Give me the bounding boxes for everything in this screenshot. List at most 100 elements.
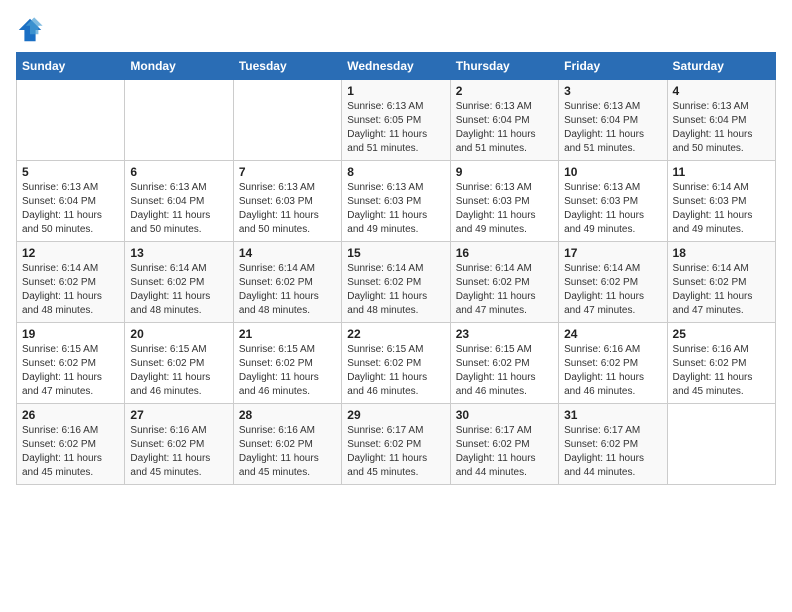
day-info: Sunrise: 6:14 AM Sunset: 6:02 PM Dayligh…	[239, 262, 336, 318]
calendar-day-cell: 21 Sunrise: 6:15 AM Sunset: 6:02 PM Dayli…	[233, 323, 341, 404]
day-info: Sunrise: 6:13 AM Sunset: 6:03 PM Dayligh…	[456, 181, 553, 237]
weekday-header: Monday	[125, 53, 233, 80]
day-number: 11	[673, 165, 770, 179]
calendar-week-row: 12 Sunrise: 6:14 AM Sunset: 6:02 PM Dayli…	[17, 242, 776, 323]
day-number: 10	[564, 165, 661, 179]
day-number: 25	[673, 327, 770, 341]
day-info: Sunrise: 6:13 AM Sunset: 6:04 PM Dayligh…	[564, 100, 661, 156]
day-number: 30	[456, 408, 553, 422]
calendar-day-cell: 1 Sunrise: 6:13 AM Sunset: 6:05 PM Daylig…	[342, 80, 450, 161]
day-info: Sunrise: 6:13 AM Sunset: 6:03 PM Dayligh…	[564, 181, 661, 237]
calendar-day-cell: 6Sunrise: 6:13 AM Sunset: 6:04 PM Daylig…	[125, 161, 233, 242]
calendar-day-cell	[233, 80, 341, 161]
day-number: 16	[456, 246, 553, 260]
weekday-header: Friday	[559, 53, 667, 80]
page-header	[16, 16, 776, 44]
weekday-header: Tuesday	[233, 53, 341, 80]
calendar-day-cell: 23 Sunrise: 6:15 AM Sunset: 6:02 PM Dayli…	[450, 323, 558, 404]
day-info: Sunrise: 6:15 AM Sunset: 6:02 PM Dayligh…	[130, 343, 227, 399]
calendar-day-cell: 2 Sunrise: 6:13 AM Sunset: 6:04 PM Daylig…	[450, 80, 558, 161]
day-info: Sunrise: 6:14 AM Sunset: 6:02 PM Dayligh…	[456, 262, 553, 318]
calendar-day-cell: 10 Sunrise: 6:13 AM Sunset: 6:03 PM Dayli…	[559, 161, 667, 242]
calendar-day-cell	[125, 80, 233, 161]
calendar-day-cell: 13Sunrise: 6:14 AM Sunset: 6:02 PM Dayli…	[125, 242, 233, 323]
calendar-day-cell: 29Sunrise: 6:17 AM Sunset: 6:02 PM Dayli…	[342, 404, 450, 485]
day-info: Sunrise: 6:13 AM Sunset: 6:04 PM Dayligh…	[22, 181, 119, 237]
day-info: Sunrise: 6:13 AM Sunset: 6:03 PM Dayligh…	[347, 181, 444, 237]
calendar-table: SundayMondayTuesdayWednesdayThursdayFrid…	[16, 52, 776, 485]
calendar-day-cell: 28Sunrise: 6:16 AM Sunset: 6:02 PM Dayli…	[233, 404, 341, 485]
day-info: Sunrise: 6:16 AM Sunset: 6:02 PM Dayligh…	[22, 424, 119, 480]
calendar-day-cell: 26Sunrise: 6:16 AM Sunset: 6:02 PM Dayli…	[17, 404, 125, 485]
day-number: 15	[347, 246, 444, 260]
day-info: Sunrise: 6:14 AM Sunset: 6:02 PM Dayligh…	[130, 262, 227, 318]
day-number: 24	[564, 327, 661, 341]
calendar-day-cell: 27 Sunrise: 6:16 AM Sunset: 6:02 PM Dayli…	[125, 404, 233, 485]
day-info: Sunrise: 6:13 AM Sunset: 6:05 PM Dayligh…	[347, 100, 444, 156]
calendar-day-cell: 17 Sunrise: 6:14 AM Sunset: 6:02 PM Dayli…	[559, 242, 667, 323]
day-number: 19	[22, 327, 119, 341]
calendar-week-row: 5 Sunrise: 6:13 AM Sunset: 6:04 PM Daylig…	[17, 161, 776, 242]
calendar-day-cell: 24Sunrise: 6:16 AM Sunset: 6:02 PM Dayli…	[559, 323, 667, 404]
calendar-day-cell: 19 Sunrise: 6:15 AM Sunset: 6:02 PM Dayli…	[17, 323, 125, 404]
day-info: Sunrise: 6:15 AM Sunset: 6:02 PM Dayligh…	[456, 343, 553, 399]
day-number: 21	[239, 327, 336, 341]
calendar-day-cell: 3Sunrise: 6:13 AM Sunset: 6:04 PM Daylig…	[559, 80, 667, 161]
calendar-day-cell: 15 Sunrise: 6:14 AM Sunset: 6:02 PM Dayli…	[342, 242, 450, 323]
day-info: Sunrise: 6:16 AM Sunset: 6:02 PM Dayligh…	[130, 424, 227, 480]
calendar-day-cell: 8 Sunrise: 6:13 AM Sunset: 6:03 PM Daylig…	[342, 161, 450, 242]
day-number: 1	[347, 84, 444, 98]
day-number: 29	[347, 408, 444, 422]
logo-icon	[16, 16, 44, 44]
day-info: Sunrise: 6:13 AM Sunset: 6:04 PM Dayligh…	[673, 100, 770, 156]
calendar-day-cell	[667, 404, 775, 485]
day-info: Sunrise: 6:14 AM Sunset: 6:02 PM Dayligh…	[564, 262, 661, 318]
day-number: 12	[22, 246, 119, 260]
day-number: 28	[239, 408, 336, 422]
day-number: 22	[347, 327, 444, 341]
weekday-header: Sunday	[17, 53, 125, 80]
calendar-day-cell: 4 Sunrise: 6:13 AM Sunset: 6:04 PM Daylig…	[667, 80, 775, 161]
calendar-day-cell: 20 Sunrise: 6:15 AM Sunset: 6:02 PM Dayli…	[125, 323, 233, 404]
day-info: Sunrise: 6:14 AM Sunset: 6:03 PM Dayligh…	[673, 181, 770, 237]
day-number: 9	[456, 165, 553, 179]
calendar-day-cell: 22 Sunrise: 6:15 AM Sunset: 6:02 PM Dayli…	[342, 323, 450, 404]
day-number: 23	[456, 327, 553, 341]
calendar-day-cell	[17, 80, 125, 161]
calendar-day-cell: 7Sunrise: 6:13 AM Sunset: 6:03 PM Daylig…	[233, 161, 341, 242]
day-number: 27	[130, 408, 227, 422]
day-info: Sunrise: 6:14 AM Sunset: 6:02 PM Dayligh…	[673, 262, 770, 318]
day-info: Sunrise: 6:17 AM Sunset: 6:02 PM Dayligh…	[456, 424, 553, 480]
calendar-week-row: 26Sunrise: 6:16 AM Sunset: 6:02 PM Dayli…	[17, 404, 776, 485]
day-number: 6	[130, 165, 227, 179]
day-number: 18	[673, 246, 770, 260]
day-info: Sunrise: 6:15 AM Sunset: 6:02 PM Dayligh…	[239, 343, 336, 399]
day-number: 2	[456, 84, 553, 98]
day-info: Sunrise: 6:15 AM Sunset: 6:02 PM Dayligh…	[347, 343, 444, 399]
day-number: 7	[239, 165, 336, 179]
calendar-day-cell: 11 Sunrise: 6:14 AM Sunset: 6:03 PM Dayli…	[667, 161, 775, 242]
calendar-day-cell: 18 Sunrise: 6:14 AM Sunset: 6:02 PM Dayli…	[667, 242, 775, 323]
calendar-day-cell: 5 Sunrise: 6:13 AM Sunset: 6:04 PM Daylig…	[17, 161, 125, 242]
day-info: Sunrise: 6:14 AM Sunset: 6:02 PM Dayligh…	[347, 262, 444, 318]
day-info: Sunrise: 6:15 AM Sunset: 6:02 PM Dayligh…	[22, 343, 119, 399]
weekday-header: Thursday	[450, 53, 558, 80]
weekday-row: SundayMondayTuesdayWednesdayThursdayFrid…	[17, 53, 776, 80]
weekday-header: Wednesday	[342, 53, 450, 80]
day-number: 8	[347, 165, 444, 179]
day-number: 5	[22, 165, 119, 179]
calendar-body: 1 Sunrise: 6:13 AM Sunset: 6:05 PM Daylig…	[17, 80, 776, 485]
calendar-day-cell: 30 Sunrise: 6:17 AM Sunset: 6:02 PM Dayli…	[450, 404, 558, 485]
calendar-day-cell: 31Sunrise: 6:17 AM Sunset: 6:02 PM Dayli…	[559, 404, 667, 485]
weekday-header: Saturday	[667, 53, 775, 80]
day-info: Sunrise: 6:13 AM Sunset: 6:04 PM Dayligh…	[456, 100, 553, 156]
day-number: 20	[130, 327, 227, 341]
day-number: 14	[239, 246, 336, 260]
day-number: 17	[564, 246, 661, 260]
day-number: 4	[673, 84, 770, 98]
calendar-day-cell: 12Sunrise: 6:14 AM Sunset: 6:02 PM Dayli…	[17, 242, 125, 323]
calendar-day-cell: 14 Sunrise: 6:14 AM Sunset: 6:02 PM Dayli…	[233, 242, 341, 323]
calendar-week-row: 19 Sunrise: 6:15 AM Sunset: 6:02 PM Dayli…	[17, 323, 776, 404]
logo	[16, 16, 48, 44]
day-number: 31	[564, 408, 661, 422]
